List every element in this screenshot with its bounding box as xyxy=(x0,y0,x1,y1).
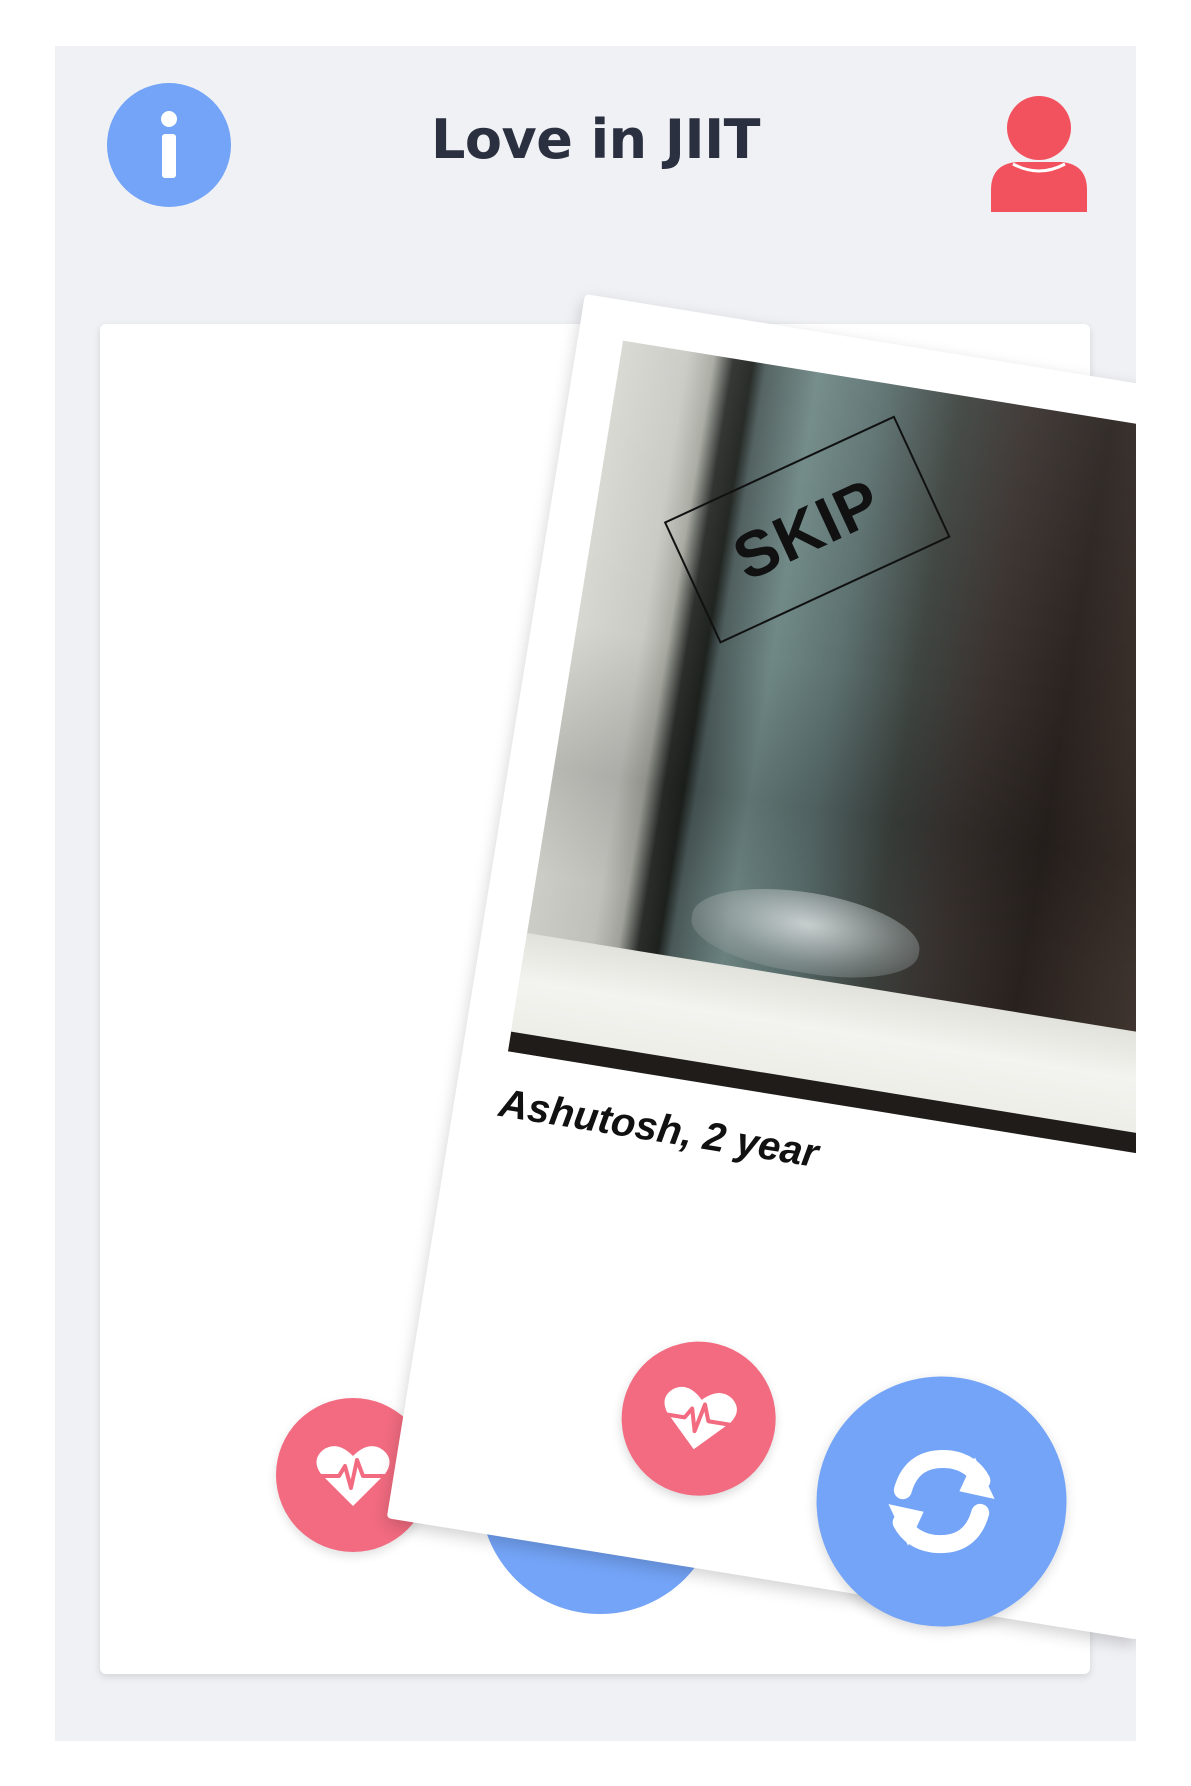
app-title: Love in JIIT xyxy=(431,108,761,171)
app-screen: Love in JIIT SKIP Ashutosh, 2 year xyxy=(55,46,1136,1741)
heart-pulse-icon xyxy=(316,1446,390,1506)
profile-name: Ashutosh, 2 year xyxy=(496,1081,822,1177)
profile-button[interactable] xyxy=(985,92,1093,212)
profile-photo: SKIP xyxy=(507,340,1136,1157)
like-button[interactable] xyxy=(610,1330,787,1507)
heart-pulse-icon xyxy=(664,1386,737,1450)
refresh-icon xyxy=(888,1449,995,1554)
user-icon xyxy=(991,96,1087,212)
